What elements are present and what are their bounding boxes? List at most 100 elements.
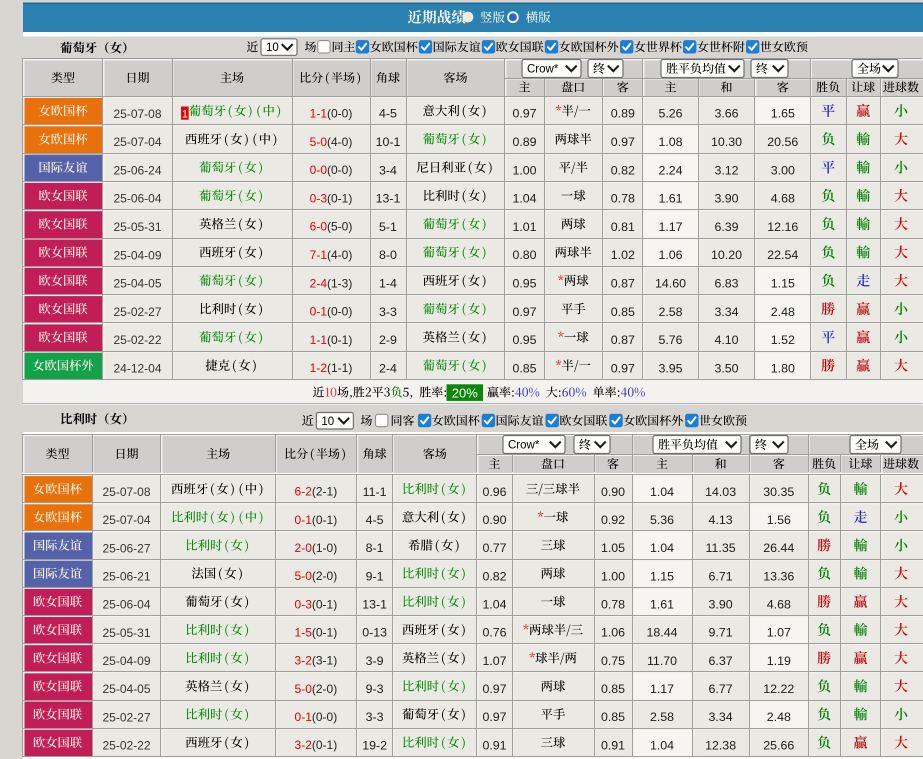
svg-text:25-02-27: 25-02-27 <box>102 710 150 724</box>
svg-text:6.77: 6.77 <box>709 682 733 696</box>
svg-text:6-2(2-1): 6-2(2-1) <box>295 485 338 499</box>
svg-text:0.97: 0.97 <box>482 710 506 724</box>
svg-text:0.81: 0.81 <box>611 220 635 234</box>
svg-text:25-07-04: 25-07-04 <box>113 135 161 149</box>
svg-text:9-3: 9-3 <box>366 682 384 696</box>
svg-text:0-3(0-1): 0-3(0-1) <box>310 191 353 205</box>
svg-text:3.34: 3.34 <box>709 710 733 724</box>
svg-text:3-9: 3-9 <box>366 654 384 668</box>
svg-text:1.80: 1.80 <box>771 361 795 375</box>
svg-text:0.91: 0.91 <box>601 738 625 752</box>
svg-text:4-5: 4-5 <box>379 107 397 121</box>
svg-text:22.54: 22.54 <box>767 248 798 262</box>
svg-text:1.05: 1.05 <box>601 541 625 555</box>
svg-text:1-4: 1-4 <box>379 277 397 291</box>
svg-text:0.90: 0.90 <box>601 485 625 499</box>
svg-text:25-06-04: 25-06-04 <box>102 598 150 612</box>
svg-text:2.48: 2.48 <box>767 710 791 724</box>
svg-text:2.58: 2.58 <box>650 710 674 724</box>
svg-text:0.75: 0.75 <box>601 654 625 668</box>
svg-text:Crow*: Crow* <box>527 64 559 76</box>
svg-text:7-1(4-0): 7-1(4-0) <box>310 248 353 262</box>
svg-text:0-1(0-0): 0-1(0-0) <box>295 710 338 724</box>
svg-text:0.85: 0.85 <box>601 710 625 724</box>
svg-text:0.91: 0.91 <box>482 738 506 752</box>
svg-text:11.70: 11.70 <box>647 654 677 668</box>
svg-text:3.34: 3.34 <box>714 305 738 319</box>
svg-text:25-04-09: 25-04-09 <box>113 248 161 262</box>
svg-text:0.97: 0.97 <box>512 107 536 121</box>
svg-text:5-1: 5-1 <box>379 220 397 234</box>
svg-text:3-3: 3-3 <box>366 710 384 724</box>
svg-text:0.97: 0.97 <box>611 361 635 375</box>
svg-text:Crow*: Crow* <box>508 440 540 452</box>
svg-text:3-2(0-1): 3-2(0-1) <box>295 738 338 752</box>
svg-text:25-06-21: 25-06-21 <box>102 569 150 583</box>
svg-text:25-02-22: 25-02-22 <box>102 739 150 753</box>
svg-text:14.60: 14.60 <box>655 277 686 291</box>
svg-text:11.35: 11.35 <box>706 541 736 555</box>
svg-text:1.01: 1.01 <box>512 220 536 234</box>
svg-text:0.87: 0.87 <box>611 333 635 347</box>
svg-text:25.66: 25.66 <box>763 738 794 752</box>
svg-text:3.12: 3.12 <box>714 163 738 177</box>
svg-text:1.15: 1.15 <box>650 569 674 583</box>
svg-text:1.17: 1.17 <box>658 220 682 234</box>
svg-text:1-5(0-1): 1-5(0-1) <box>295 626 338 640</box>
svg-text:0.78: 0.78 <box>601 598 625 612</box>
svg-text:10.30: 10.30 <box>711 135 742 149</box>
svg-text:0.90: 0.90 <box>482 513 506 527</box>
svg-text:0.77: 0.77 <box>482 541 506 555</box>
svg-text:0.96: 0.96 <box>482 485 506 499</box>
svg-text:2.48: 2.48 <box>771 305 795 319</box>
svg-text:1.07: 1.07 <box>767 626 791 640</box>
svg-text:0.95: 0.95 <box>512 277 536 291</box>
svg-text:25-06-04: 25-06-04 <box>113 192 161 206</box>
svg-text:6-0(5-0): 6-0(5-0) <box>310 220 353 234</box>
svg-text:0.87: 0.87 <box>611 277 635 291</box>
svg-text:1.04: 1.04 <box>482 598 506 612</box>
svg-text:1.04: 1.04 <box>650 541 674 555</box>
svg-text:1: 1 <box>182 109 188 121</box>
svg-text:18.44: 18.44 <box>646 626 677 640</box>
svg-text:0.85: 0.85 <box>601 682 625 696</box>
svg-text:25-07-08: 25-07-08 <box>113 107 161 121</box>
svg-text:1-1(0-1): 1-1(0-1) <box>310 333 353 347</box>
svg-text:4.68: 4.68 <box>767 598 791 612</box>
svg-text:0.89: 0.89 <box>512 135 536 149</box>
svg-text:19-2: 19-2 <box>362 738 387 752</box>
svg-text:1.08: 1.08 <box>658 135 682 149</box>
svg-text:8-0: 8-0 <box>379 248 397 262</box>
svg-text:1-1(0-0): 1-1(0-0) <box>310 107 353 121</box>
svg-text:1.00: 1.00 <box>512 163 536 177</box>
svg-text:5.36: 5.36 <box>650 513 674 527</box>
svg-text:0.92: 0.92 <box>601 513 625 527</box>
svg-text:0.76: 0.76 <box>482 626 506 640</box>
svg-text:25-06-24: 25-06-24 <box>113 163 161 177</box>
svg-text:25-06-27: 25-06-27 <box>102 541 150 555</box>
svg-text:2.58: 2.58 <box>658 305 682 319</box>
svg-text:3.90: 3.90 <box>709 598 733 612</box>
svg-text:6.37: 6.37 <box>709 654 733 668</box>
svg-text:1.06: 1.06 <box>658 248 682 262</box>
svg-text:3.00: 3.00 <box>771 163 795 177</box>
svg-text:20.56: 20.56 <box>767 135 798 149</box>
svg-text:12.22: 12.22 <box>763 682 794 696</box>
svg-text:10: 10 <box>266 42 279 54</box>
svg-text:0.85: 0.85 <box>512 361 536 375</box>
svg-text:4-5: 4-5 <box>366 513 384 527</box>
svg-text:1.56: 1.56 <box>767 513 791 527</box>
svg-text:12.16: 12.16 <box>767 220 798 234</box>
svg-text:25-07-08: 25-07-08 <box>102 485 150 499</box>
svg-text:25-05-31: 25-05-31 <box>102 626 150 640</box>
svg-text:5-0(2-0): 5-0(2-0) <box>295 682 338 696</box>
svg-text:1.00: 1.00 <box>601 569 625 583</box>
svg-text:14.03: 14.03 <box>705 485 736 499</box>
svg-text:6.71: 6.71 <box>709 569 733 583</box>
svg-text:20%: 20% <box>452 385 478 400</box>
svg-text:2-4(1-3): 2-4(1-3) <box>310 276 353 290</box>
svg-text:1.19: 1.19 <box>767 654 791 668</box>
svg-text:0-1(0-1): 0-1(0-1) <box>295 513 338 527</box>
svg-text:1.02: 1.02 <box>611 248 635 262</box>
svg-text:1.17: 1.17 <box>650 682 674 696</box>
